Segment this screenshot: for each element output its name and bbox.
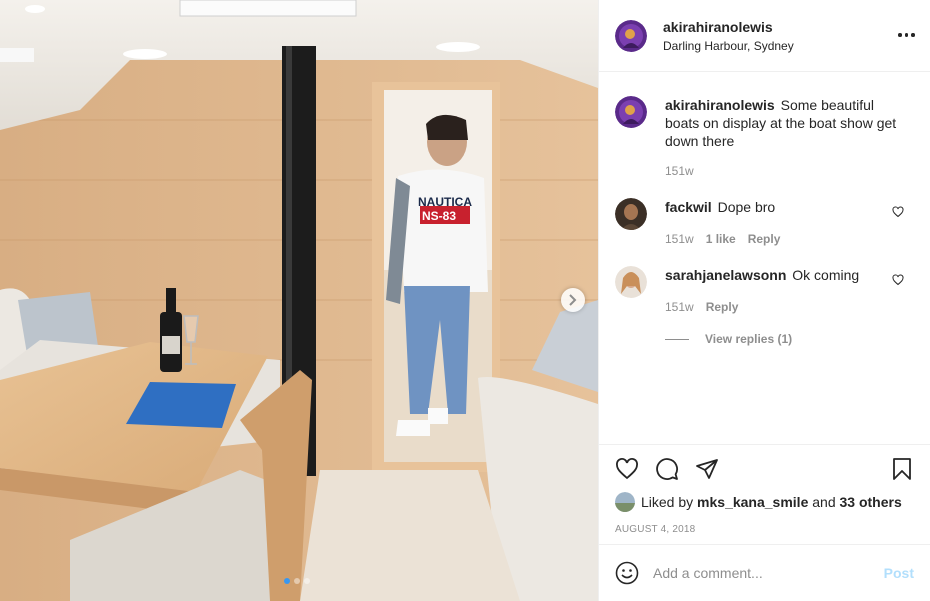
view-replies-line (665, 338, 689, 340)
caption: akirahiranolewis Some beautiful boats on… (615, 96, 914, 180)
likes-summary: Liked by mks_kana_smile and 33 others (615, 492, 914, 512)
post-date[interactable]: AUGUST 4, 2018 (615, 524, 914, 535)
comment-text: Ok coming (792, 267, 860, 283)
more-dot-icon (904, 33, 908, 37)
avatar-icon (615, 19, 647, 52)
comment-button[interactable] (655, 457, 679, 481)
like-button[interactable] (615, 457, 639, 481)
view-replies-button[interactable]: View replies (1) (665, 332, 914, 346)
caption-username[interactable]: akirahiranolewis (665, 97, 775, 113)
liker-avatar[interactable] (615, 492, 635, 512)
comment-time[interactable]: 151w (665, 298, 694, 316)
avatar-icon (615, 96, 647, 128)
like-comment-button[interactable] (892, 206, 904, 218)
carousel-dot (284, 578, 290, 584)
heart-outline-icon (892, 274, 904, 286)
comment-item: fackwil Dope bro 151w 1 like Reply (615, 198, 914, 248)
yacht-interior-image: NAUTICA NS-83 (0, 0, 598, 601)
comment-likes[interactable]: 1 like (706, 230, 736, 248)
tshirt-text-bottom: NS-83 (422, 209, 456, 223)
instagram-post: NAUTICA NS-83 akirahiranolewis Darling H… (0, 0, 930, 601)
post-location[interactable]: Darling Harbour, Sydney (663, 39, 794, 53)
author-avatar[interactable] (615, 19, 647, 52)
tshirt-text-top: NAUTICA (418, 195, 472, 209)
comment-text: Dope bro (717, 199, 776, 215)
comment-bubble-icon (656, 458, 678, 480)
commenter-avatar[interactable] (615, 266, 647, 298)
comment-input[interactable] (653, 565, 884, 581)
avatar-icon (615, 492, 635, 512)
emoji-button[interactable] (615, 561, 639, 585)
post-actions: Liked by mks_kana_smile and 33 others AU… (599, 444, 930, 535)
smiley-icon (615, 561, 639, 585)
liked-by-prefix: Liked by (641, 494, 694, 510)
view-replies-label: View replies (1) (705, 332, 793, 346)
paper-plane-icon (696, 459, 718, 479)
comment-username[interactable]: sarahjanelawsonn (665, 267, 786, 283)
post-header: akirahiranolewis Darling Harbour, Sydney (599, 0, 930, 72)
liked-by-joiner: and (812, 494, 836, 510)
post-photo[interactable]: NAUTICA NS-83 (0, 0, 598, 601)
caption-time[interactable]: 151w (665, 162, 694, 180)
bookmark-icon (893, 458, 911, 480)
liked-by-others[interactable]: 33 others (840, 494, 902, 510)
author-username[interactable]: akirahiranolewis (663, 19, 794, 35)
more-options-button[interactable] (898, 26, 916, 44)
comment-username[interactable]: fackwil (665, 199, 712, 215)
liked-by-user[interactable]: mks_kana_smile (697, 494, 808, 510)
avatar-icon (615, 266, 647, 298)
reply-button[interactable]: Reply (748, 230, 781, 248)
add-comment-bar: Post (599, 544, 930, 601)
like-comment-button[interactable] (892, 274, 904, 286)
share-button[interactable] (695, 457, 719, 481)
carousel-dot (294, 578, 300, 584)
chevron-right-icon (569, 294, 577, 306)
heart-icon (616, 458, 638, 480)
more-dot-icon (911, 33, 915, 37)
reply-button[interactable]: Reply (706, 298, 739, 316)
next-photo-button[interactable] (561, 288, 585, 312)
comment-time[interactable]: 151w (665, 230, 694, 248)
comment-item: sarahjanelawsonn Ok coming 151w Reply (615, 266, 914, 316)
more-dot-icon (898, 33, 902, 37)
avatar-icon (615, 198, 647, 230)
caption-avatar[interactable] (615, 96, 647, 128)
save-button[interactable] (890, 457, 914, 481)
post-side-panel: akirahiranolewis Darling Harbour, Sydney (598, 0, 930, 601)
carousel-dot (304, 578, 310, 584)
commenter-avatar[interactable] (615, 198, 647, 230)
carousel-indicator (284, 578, 310, 584)
heart-outline-icon (892, 206, 904, 218)
post-comment-button[interactable]: Post (884, 565, 914, 581)
